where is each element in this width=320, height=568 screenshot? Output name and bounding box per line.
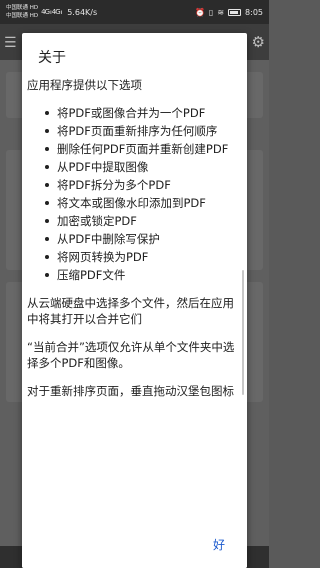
signal-icon: 4G ₗₗ 4G ₗₗ: [41, 8, 62, 16]
feature-list: 将PDF或图像合并为一个PDF 将PDF页面重新排序为任何顺序 删除任何PDF页…: [27, 105, 237, 283]
carrier-1: 中国联通 HD: [6, 5, 39, 11]
feature-item: 将PDF或图像合并为一个PDF: [45, 105, 237, 121]
merge-option-paragraph: “当前合并”选项仅允许从单个文件夹中选择多个PDF和图像。: [27, 340, 235, 370]
feature-item: 将PDF页面重新排序为任何顺序: [45, 123, 237, 139]
feature-item: 将文本或图像水印添加到PDF: [45, 195, 237, 211]
carrier-info: 中国联通 HD 中国联通 HD: [6, 4, 38, 20]
dialog-content[interactable]: 应用程序提供以下选项 将PDF或图像合并为一个PDF 将PDF页面重新排序为任何…: [22, 77, 247, 522]
scrollbar[interactable]: [242, 270, 244, 395]
battery-icon: [228, 8, 242, 16]
wifi-icon: ≋: [217, 7, 225, 17]
carrier-2: 中国联通 HD: [6, 13, 39, 19]
settings-icon: ⚙: [251, 33, 265, 51]
feature-item: 压缩PDF文件: [45, 267, 237, 283]
dialog-title: 关于: [38, 50, 66, 66]
status-bar: 中国联通 HD 中国联通 HD 4G ₗₗ 4G ₗₗ 5.64K/s ⏰ ▯ …: [0, 0, 269, 24]
feature-item: 从PDF中删除写保护: [45, 231, 237, 247]
vibrate-icon: ▯: [208, 7, 214, 17]
menu-icon: ☰: [4, 35, 17, 51]
dialog-actions: 好: [22, 522, 247, 568]
cloud-drive-paragraph: 从云端硬盘中选择多个文件，然后在应用中将其打开以合并它们: [27, 296, 234, 326]
feature-item: 从PDF中提取图像: [45, 159, 237, 175]
intro-text: 应用程序提供以下选项: [27, 78, 142, 92]
feature-item: 将网页转换为PDF: [45, 249, 237, 265]
feature-item: 加密或锁定PDF: [45, 213, 237, 229]
network-speed: 5.64K/s: [67, 7, 98, 17]
status-icons: ⏰ ▯ ≋ 8:05: [195, 8, 263, 17]
about-dialog: 关于 应用程序提供以下选项 将PDF或图像合并为一个PDF 将PDF页面重新排序…: [22, 33, 247, 568]
reorder-paragraph: 对于重新排序页面，垂直拖动汉堡包图标: [27, 384, 234, 398]
alarm-icon: ⏰: [194, 7, 205, 17]
feature-item: 删除任何PDF页面并重新创建PDF: [45, 141, 237, 157]
feature-item: 将PDF拆分为多个PDF: [45, 177, 237, 193]
clock: 8:05: [245, 7, 263, 17]
ok-button[interactable]: 好: [209, 534, 229, 555]
